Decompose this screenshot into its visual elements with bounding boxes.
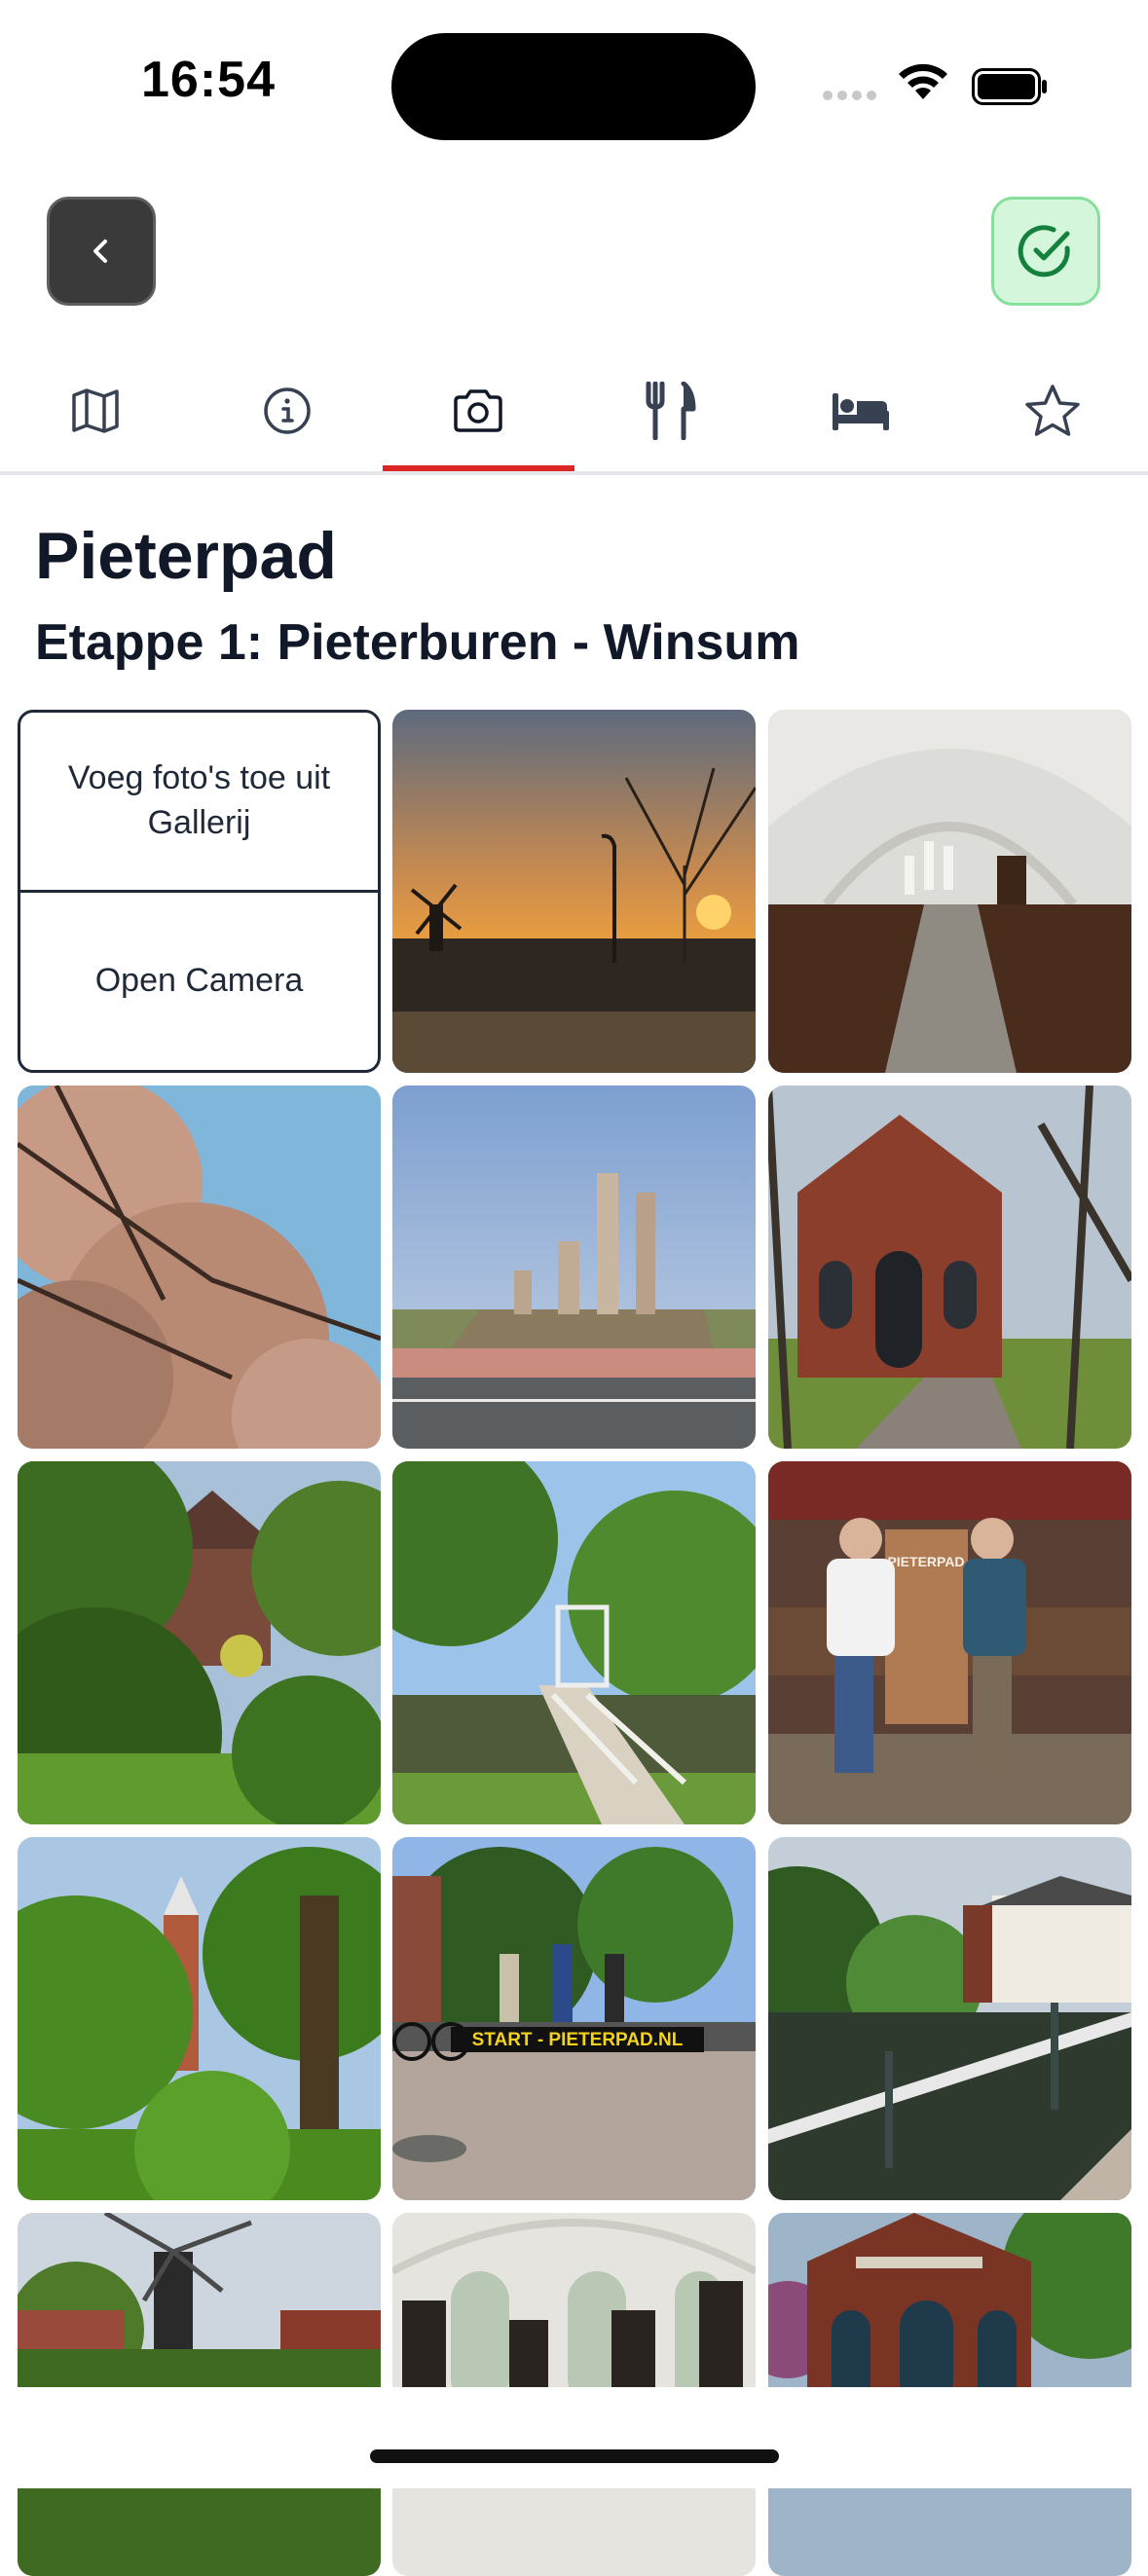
photo-wooden-bridge[interactable]	[392, 1461, 756, 1824]
tab-favorites[interactable]	[957, 350, 1148, 471]
status-time: 16:54	[141, 51, 276, 109]
home-indicator[interactable]	[370, 2449, 779, 2463]
sign-text: START - PIETERPAD.NL	[472, 2030, 684, 2050]
chevron-left-icon	[82, 232, 121, 271]
photo-blossom-tree[interactable]	[18, 1086, 381, 1449]
add-from-gallery-button[interactable]: Voeg foto's toe uit Gallerij	[20, 713, 378, 890]
wifi-icon	[896, 60, 950, 106]
photo-hikers-signpost[interactable]: PIETERPAD	[768, 1461, 1131, 1824]
photo-church-interior[interactable]	[768, 710, 1131, 1073]
map-icon	[70, 386, 121, 436]
star-icon	[1024, 384, 1081, 438]
check-circle-icon	[1017, 222, 1075, 280]
tab-map[interactable]	[0, 350, 192, 471]
tab-food[interactable]	[574, 350, 766, 471]
tab-info[interactable]	[192, 350, 384, 471]
photo-monument[interactable]	[392, 1086, 756, 1449]
sign-text: PIETERPAD	[887, 1554, 964, 1569]
add-photo-tile: Voeg foto's toe uit Gallerij Open Camera	[18, 710, 381, 1073]
back-button[interactable]	[47, 197, 156, 306]
photo-canal-railing[interactable]	[768, 1837, 1131, 2200]
bottom-safe-area	[0, 2387, 1148, 2488]
info-icon	[262, 386, 313, 436]
bed-icon	[831, 389, 891, 432]
tab-lodging[interactable]	[765, 350, 957, 471]
tab-photos[interactable]	[383, 350, 574, 471]
dynamic-island	[391, 33, 756, 140]
battery-icon	[972, 68, 1048, 103]
stage-subtitle: Etappe 1: Pieterburen - Winsum	[35, 613, 799, 672]
open-camera-button[interactable]: Open Camera	[20, 890, 378, 1070]
signal-icon	[823, 88, 881, 105]
page-title: Pieterpad	[35, 518, 337, 594]
photo-green-garden[interactable]	[18, 1461, 381, 1824]
restaurant-icon	[643, 382, 697, 440]
tab-bar	[0, 350, 1148, 471]
photo-start-sign[interactable]: START - PIETERPAD.NL	[392, 1837, 756, 2200]
camera-icon	[451, 386, 505, 436]
tab-divider	[0, 471, 1148, 475]
mark-complete-button[interactable]	[991, 197, 1100, 306]
photo-church-tower-trees[interactable]	[18, 1837, 381, 2200]
photo-sunset-windmill[interactable]	[392, 710, 756, 1073]
photo-brick-chapel[interactable]	[768, 1086, 1131, 1449]
